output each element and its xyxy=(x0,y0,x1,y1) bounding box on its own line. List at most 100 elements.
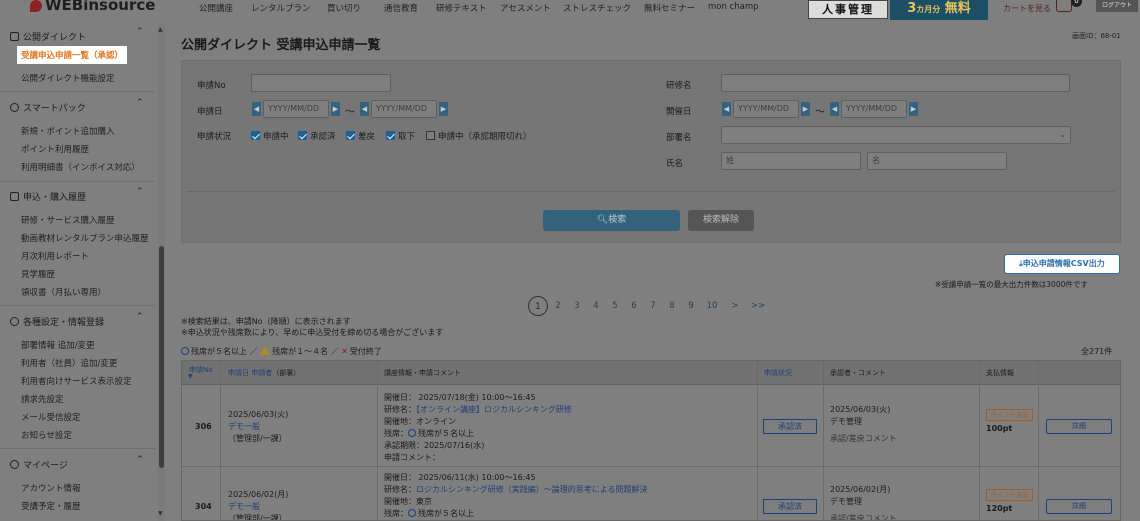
col-applicant-label[interactable]: 申請者 xyxy=(251,369,272,377)
nav-free-seminar[interactable]: 無料セミナー xyxy=(644,2,695,14)
row-applicant-link[interactable]: デモ一般 xyxy=(228,421,260,432)
sidebar-scroll-thumb[interactable] xyxy=(159,246,164,468)
clear-search-button[interactable]: 検索解除 xyxy=(688,210,754,231)
status-checkbox-withdrawn[interactable]: 取下 xyxy=(386,130,415,142)
status-approved-badge[interactable]: 承認済 xyxy=(763,419,817,434)
cart-icon[interactable] xyxy=(1056,0,1072,12)
last-name-input[interactable]: 姓 xyxy=(721,152,861,170)
page-6[interactable]: 6 xyxy=(624,296,644,316)
chevron-up-icon[interactable]: ⌃ xyxy=(136,27,144,37)
page-2[interactable]: 2 xyxy=(548,296,568,316)
checkbox-checked-icon[interactable] xyxy=(346,131,355,140)
nav-stress-check[interactable]: ストレスチェック xyxy=(563,2,631,14)
training-name-input[interactable] xyxy=(721,74,1070,92)
sidebar-section-mypage[interactable]: マイページ xyxy=(10,458,68,471)
page-10[interactable]: 10 xyxy=(702,296,722,316)
page-9[interactable]: 9 xyxy=(681,296,701,316)
sidebar-item-direct-settings[interactable]: 公開ダイレクト機能設定 xyxy=(21,72,115,84)
scroll-up-icon[interactable]: ▲ xyxy=(158,26,163,33)
logo[interactable]: WEBinsource xyxy=(30,0,155,14)
status-approved-badge[interactable]: 承認済 xyxy=(763,499,817,514)
sidebar-item-department[interactable]: 部署情報 追加/変更 xyxy=(21,339,95,351)
sidebar-item-point-purchase[interactable]: 新規・ポイント追加購入 xyxy=(21,125,115,137)
search-button[interactable]: 🔍︎検索 xyxy=(543,210,680,231)
sidebar-item-notice-settings[interactable]: お知らせ設定 xyxy=(21,429,72,441)
nav-assessment[interactable]: アセスメント xyxy=(500,2,551,14)
sidebar-item-account[interactable]: アカウント情報 xyxy=(21,482,81,494)
checkbox-checked-icon[interactable] xyxy=(298,131,307,140)
chevron-up-icon[interactable]: ⌃ xyxy=(136,98,144,108)
sort-desc-icon[interactable]: ▼ xyxy=(188,373,193,380)
department-select[interactable]: ⌄ xyxy=(721,126,1071,144)
nav-purchase[interactable]: 買い切り xyxy=(327,2,361,14)
csv-export-button[interactable]: ⤓申込申請情報CSV出力 xyxy=(1004,254,1120,274)
status-checkbox-expired[interactable]: 申請中（承認期限切れ） xyxy=(426,130,532,142)
sidebar-section-smart-pack[interactable]: スマートパック xyxy=(10,101,86,114)
nav-correspondence[interactable]: 通信教育 xyxy=(384,2,418,14)
held-date-to-input[interactable]: YYYY/MM/DD xyxy=(841,100,907,118)
page-4[interactable]: 4 xyxy=(586,296,606,316)
sidebar-item-rental-history[interactable]: 動画教材レンタルプラン申込履歴 xyxy=(21,232,149,244)
page-last[interactable]: >> xyxy=(748,296,768,316)
row-applicant-link[interactable]: デモ一般 xyxy=(228,501,260,512)
sidebar-section-public-direct[interactable]: 公開ダイレクト xyxy=(10,30,86,43)
sidebar-item-users[interactable]: 利用者（社員）追加/変更 xyxy=(21,357,117,369)
date-prev-icon[interactable]: ◀ xyxy=(360,102,369,116)
date-prev-icon[interactable]: ◀ xyxy=(830,102,839,116)
sidebar-section-history[interactable]: 申込・購入履歴 xyxy=(10,190,86,203)
nav-rental-plan[interactable]: レンタルプラン xyxy=(251,2,311,14)
app-date-from-input[interactable]: YYYY/MM/DD xyxy=(263,100,329,118)
sidebar-item-invoice[interactable]: 利用明細書（インボイス対応） xyxy=(21,161,140,173)
training-name-link[interactable]: ロジカルシンキング研修（実践編）～論理的思考による問題解決 xyxy=(416,485,648,494)
free-trial-banner[interactable]: 3カ月分 無料 xyxy=(890,0,988,20)
sidebar-item-monthly-report[interactable]: 月次利用レポート xyxy=(21,250,89,262)
detail-button[interactable]: 詳細 xyxy=(1046,419,1112,434)
chevron-up-icon[interactable]: ⌃ xyxy=(136,187,144,197)
sidebar-item-mail-settings[interactable]: メール受信設定 xyxy=(21,411,81,423)
sidebar-item-schedule[interactable]: 受講予定・履歴 xyxy=(21,500,81,512)
status-checkbox-returned[interactable]: 差戻 xyxy=(346,130,375,142)
hr-management-banner[interactable]: 人事管理 xyxy=(808,0,888,19)
cart-link[interactable]: カートを見る xyxy=(1003,3,1051,14)
page-1[interactable]: 1 xyxy=(528,296,548,316)
checkbox-checked-icon[interactable] xyxy=(251,131,260,140)
chevron-up-icon[interactable]: ⌃ xyxy=(136,312,144,322)
chevron-up-icon[interactable]: ⌃ xyxy=(136,455,144,465)
col-date-applicant[interactable]: 申請日 申請者（部署） xyxy=(228,368,300,378)
date-prev-icon[interactable]: ◀ xyxy=(252,102,261,116)
sidebar-item-application-list[interactable]: 受講申込申請一覧（承認） xyxy=(17,46,128,64)
sidebar-item-receipt[interactable]: 領収書（月払い専用） xyxy=(21,286,106,298)
date-next-icon[interactable]: ▶ xyxy=(439,102,448,116)
sidebar-section-settings[interactable]: 各種設定・情報登録 xyxy=(10,315,104,328)
sidebar-item-billing[interactable]: 請求先設定 xyxy=(21,393,64,405)
sidebar-item-service-display[interactable]: 利用者向けサービス表示設定 xyxy=(21,375,132,387)
sidebar-item-visit-history[interactable]: 見学履歴 xyxy=(21,268,55,280)
date-next-icon[interactable]: ▶ xyxy=(331,102,340,116)
date-next-icon[interactable]: ▶ xyxy=(801,102,810,116)
sidebar-item-purchase-history[interactable]: 研修・サービス購入履歴 xyxy=(21,214,115,226)
first-name-input[interactable]: 名 xyxy=(867,152,1007,170)
checkbox-checked-icon[interactable] xyxy=(386,131,395,140)
date-next-icon[interactable]: ▶ xyxy=(909,102,918,116)
status-checkbox-approved[interactable]: 承認済 xyxy=(298,130,336,142)
page-next[interactable]: > xyxy=(725,296,745,316)
training-name-link[interactable]: 【オンライン講座】ロジカルシンキング研修 xyxy=(416,405,572,414)
date-prev-icon[interactable]: ◀ xyxy=(722,102,731,116)
page-8[interactable]: 8 xyxy=(662,296,682,316)
logout-button[interactable]: ログアウト xyxy=(1096,0,1138,12)
held-date-from-input[interactable]: YYYY/MM/DD xyxy=(733,100,799,118)
nav-mon-champ[interactable]: mon champ xyxy=(708,2,759,12)
nav-public-course[interactable]: 公開講座 xyxy=(199,2,233,14)
nav-training-text[interactable]: 研修テキスト xyxy=(436,2,487,14)
col-status[interactable]: 申請状況 xyxy=(764,368,792,378)
page-5[interactable]: 5 xyxy=(605,296,625,316)
sidebar-item-point-history[interactable]: ポイント利用履歴 xyxy=(21,143,89,155)
page-7[interactable]: 7 xyxy=(643,296,663,316)
status-checkbox-pending[interactable]: 申請中 xyxy=(251,130,289,142)
detail-button[interactable]: 詳細 xyxy=(1046,499,1112,514)
app-date-to-input[interactable]: YYYY/MM/DD xyxy=(371,100,437,118)
col-date-label[interactable]: 申請日 xyxy=(228,369,249,377)
page-3[interactable]: 3 xyxy=(567,296,587,316)
app-no-input[interactable] xyxy=(251,74,391,92)
scroll-down-icon[interactable]: ▼ xyxy=(158,510,163,517)
